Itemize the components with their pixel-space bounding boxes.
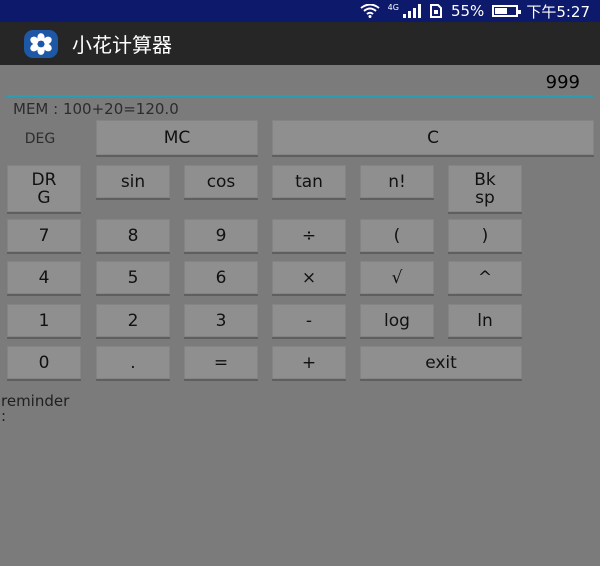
digit-7-button[interactable]: 7 bbox=[7, 219, 81, 252]
digit-1-button[interactable]: 1 bbox=[7, 304, 81, 337]
digit-3-button[interactable]: 3 bbox=[184, 304, 258, 337]
status-bar: 4G 55% 下午5:27 bbox=[0, 0, 600, 22]
memory-text: MEM : 100+20=120.0 bbox=[13, 100, 179, 118]
clock: 下午5:27 bbox=[526, 2, 590, 21]
digit-2-button[interactable]: 2 bbox=[96, 304, 170, 337]
add-button[interactable]: + bbox=[272, 346, 346, 379]
sqrt-button[interactable]: √ bbox=[360, 261, 434, 294]
left-paren-button[interactable]: ( bbox=[360, 219, 434, 252]
app-title: 小花计算器 bbox=[72, 33, 172, 57]
power-button[interactable]: ^ bbox=[448, 261, 522, 294]
battery-percent: 55% bbox=[450, 2, 485, 20]
display-underline bbox=[6, 95, 594, 97]
backspace-button[interactable]: Bk sp bbox=[448, 165, 522, 212]
drg-button[interactable]: DR G bbox=[7, 165, 81, 212]
wifi-icon bbox=[360, 4, 380, 18]
signal-icon: 4G bbox=[388, 4, 421, 18]
cos-button[interactable]: cos bbox=[184, 165, 258, 198]
digit-9-button[interactable]: 9 bbox=[184, 219, 258, 252]
multiply-button[interactable]: × bbox=[272, 261, 346, 294]
digit-6-button[interactable]: 6 bbox=[184, 261, 258, 294]
log-button[interactable]: log bbox=[360, 304, 434, 337]
subtract-button[interactable]: - bbox=[272, 304, 346, 337]
decimal-point-button[interactable]: . bbox=[96, 346, 170, 379]
right-paren-button[interactable]: ) bbox=[448, 219, 522, 252]
divide-button[interactable]: ÷ bbox=[272, 219, 346, 252]
sin-button[interactable]: sin bbox=[96, 165, 170, 198]
factorial-button[interactable]: n! bbox=[360, 165, 434, 198]
clear-button[interactable]: C bbox=[272, 120, 594, 155]
status-icons: 4G 55% 下午5:27 bbox=[360, 0, 590, 22]
sim-icon bbox=[429, 4, 442, 18]
app-title-bar: 小花计算器 bbox=[0, 22, 600, 65]
display-value[interactable]: 999 bbox=[546, 72, 580, 93]
flower-icon bbox=[24, 29, 58, 58]
exit-button[interactable]: exit bbox=[360, 346, 522, 379]
tan-button[interactable]: tan bbox=[272, 165, 346, 198]
angle-mode-label: DEG bbox=[24, 131, 56, 147]
reminder-text: reminder : bbox=[1, 392, 70, 425]
digit-5-button[interactable]: 5 bbox=[96, 261, 170, 294]
mc-button[interactable]: MC bbox=[96, 120, 258, 155]
digit-8-button[interactable]: 8 bbox=[96, 219, 170, 252]
equals-button[interactable]: = bbox=[184, 346, 258, 379]
digit-4-button[interactable]: 4 bbox=[7, 261, 81, 294]
battery-icon bbox=[492, 5, 522, 17]
network-type-label: 4G bbox=[387, 3, 399, 12]
ln-button[interactable]: ln bbox=[448, 304, 522, 337]
digit-0-button[interactable]: 0 bbox=[7, 346, 81, 379]
